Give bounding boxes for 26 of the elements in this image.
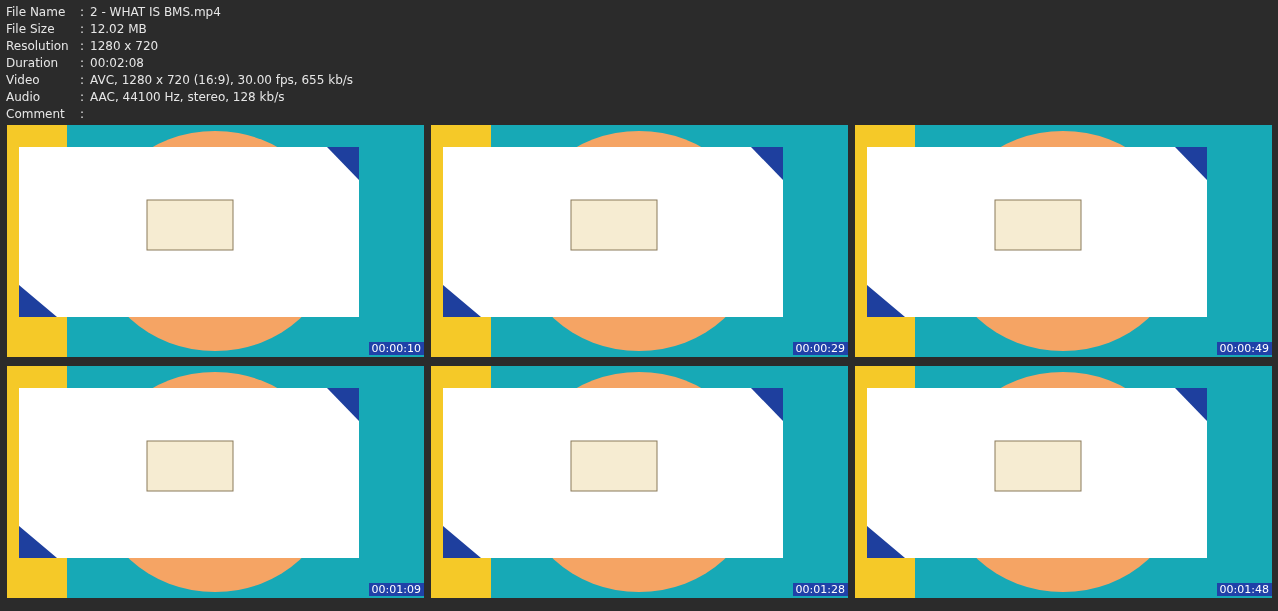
info-label: File Name	[6, 4, 67, 21]
info-value: 1280 x 720	[90, 38, 160, 55]
info-separator: :	[79, 72, 86, 89]
timestamp: 00:00:49	[1216, 342, 1272, 355]
info-label: Resolution	[6, 38, 70, 55]
info-separator: :	[79, 38, 86, 55]
info-separator: :	[79, 89, 86, 106]
info-label: Audio	[6, 89, 42, 106]
info-label: Video	[6, 72, 41, 89]
info-value: AAC, 44100 Hz, stereo, 128 kb/s	[90, 89, 286, 106]
info-label: Duration	[6, 55, 60, 72]
info-separator: :	[79, 106, 86, 123]
info-value: 00:02:08	[90, 55, 145, 72]
info-value: AVC, 1280 x 720 (16:9), 30.00 fps, 655 kb/s	[90, 72, 354, 89]
info-value: 12.02 MB	[90, 21, 148, 38]
timestamp: 00:00:29	[792, 342, 848, 355]
timestamp: 00:00:10	[368, 342, 424, 355]
timestamp: 00:01:09	[368, 583, 424, 596]
info-label: Comment	[6, 106, 66, 123]
timestamp: 00:01:28	[792, 583, 848, 596]
info-label: File Size	[6, 21, 56, 38]
info-separator: :	[79, 55, 86, 72]
info-value: 2 - WHAT IS BMS.mp4	[90, 4, 222, 21]
info-separator: :	[79, 4, 86, 21]
info-separator: :	[79, 21, 86, 38]
timestamp: 00:01:48	[1216, 583, 1272, 596]
